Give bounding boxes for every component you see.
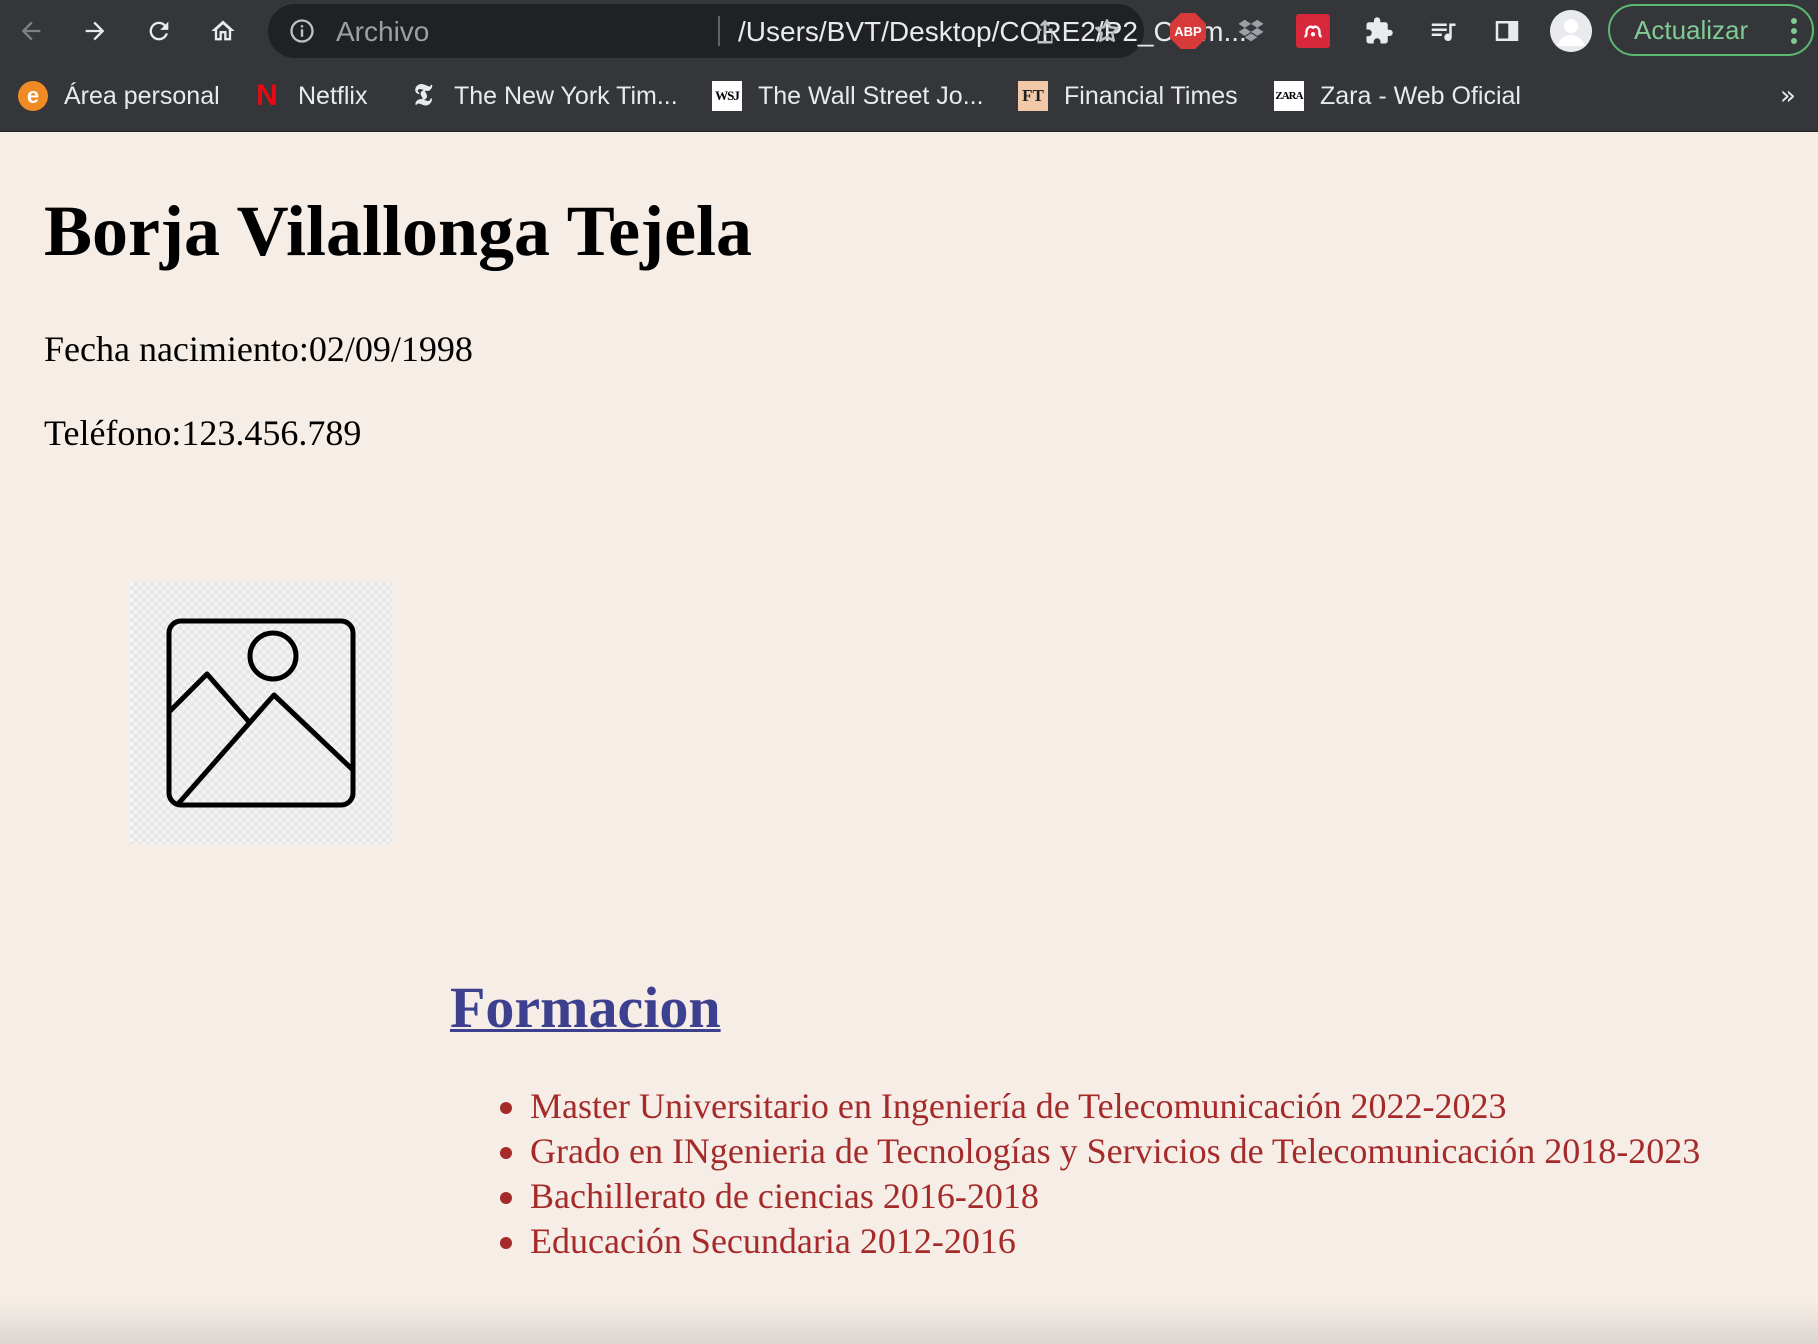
mendeley-extension-button[interactable] xyxy=(1296,14,1330,48)
bookmark-label: The New York Tim... xyxy=(454,81,678,110)
address-separator xyxy=(718,16,720,46)
bookmark-financial-times[interactable]: FT Financial Times xyxy=(1018,76,1238,116)
education-text: Educación Secundaria 2012-2016 xyxy=(530,1221,1016,1261)
page-content: Borja Vilallonga Tejela Fecha nacimiento… xyxy=(0,132,1818,1344)
education-list: Master Universitario en Ingeniería de Te… xyxy=(496,1084,1700,1264)
bullet xyxy=(500,1192,512,1204)
bookmark-zara[interactable]: ZARA Zara - Web Oficial xyxy=(1274,76,1521,116)
birth-date: Fecha nacimiento:02/09/1998 xyxy=(44,329,473,369)
window-bottom-shadow xyxy=(0,1302,1818,1344)
area-personal-favicon-icon: e xyxy=(18,81,48,111)
profile-button[interactable] xyxy=(1550,10,1592,52)
wsj-favicon-icon: WSJ xyxy=(712,81,742,111)
education-text: Bachillerato de ciencias 2016-2018 xyxy=(530,1176,1039,1216)
share-icon[interactable] xyxy=(1030,16,1060,46)
list-item: Bachillerato de ciencias 2016-2018 xyxy=(496,1174,1700,1219)
browser-toolbar: Archivo /Users/BVT/Desktop/CORE2/P2_CV-m… xyxy=(0,0,1818,62)
update-button[interactable]: Actualizar xyxy=(1608,4,1814,56)
forward-button[interactable] xyxy=(74,10,116,52)
puzzle-icon xyxy=(1366,17,1393,44)
side-panel-icon xyxy=(1495,21,1519,41)
profile-photo-placeholder xyxy=(130,582,392,844)
education-text: Master Universitario en Ingeniería de Te… xyxy=(530,1086,1507,1126)
bullet xyxy=(500,1237,512,1249)
back-button[interactable] xyxy=(10,10,52,52)
education-text: Grado en INgenieria de Tecnologías y Ser… xyxy=(530,1131,1701,1171)
dropbox-icon xyxy=(1238,19,1264,42)
bookmark-label: Financial Times xyxy=(1064,81,1238,110)
address-scheme: Archivo xyxy=(336,16,430,47)
reload-icon xyxy=(149,21,169,41)
profile-avatar-icon xyxy=(1550,10,1592,52)
star-icon[interactable] xyxy=(1092,16,1122,46)
media-control-icon xyxy=(1431,23,1456,42)
mendeley-icon xyxy=(1304,25,1322,38)
image-placeholder-icon xyxy=(166,618,356,808)
list-item: Educación Secundaria 2012-2016 xyxy=(496,1219,1700,1264)
back-arrow-icon xyxy=(21,21,41,41)
forward-arrow-icon xyxy=(85,21,105,41)
page-title: Borja Vilallonga Tejela xyxy=(44,191,753,271)
dropbox-extension-button[interactable] xyxy=(1232,12,1270,50)
bookmark-label: The Wall Street Jo... xyxy=(758,81,984,110)
bookmarks-bar: e Área personal N Netflix 𝕿 The New York… xyxy=(0,62,1818,132)
bookmark-label: Área personal xyxy=(64,81,220,110)
extensions-button[interactable] xyxy=(1360,12,1398,50)
bookmark-wsj[interactable]: WSJ The Wall Street Jo... xyxy=(712,76,984,116)
bookmark-area-personal[interactable]: e Área personal xyxy=(18,76,220,116)
kebab-menu-icon xyxy=(1791,18,1797,44)
bookmark-label: Zara - Web Oficial xyxy=(1320,81,1521,110)
reload-button[interactable] xyxy=(138,10,180,52)
address-bar[interactable]: Archivo /Users/BVT/Desktop/CORE2/P2_CV-m… xyxy=(268,4,1247,58)
list-item: Master Universitario en Ingeniería de Te… xyxy=(496,1084,1700,1129)
bookmark-label: Netflix xyxy=(298,81,368,110)
bookmark-netflix[interactable]: N Netflix xyxy=(252,76,367,116)
formacion-link[interactable]: Formacion xyxy=(450,974,721,1041)
zara-favicon-icon: ZARA xyxy=(1274,81,1304,111)
home-icon xyxy=(211,20,235,41)
nytimes-favicon-icon: 𝕿 xyxy=(413,79,433,112)
bullet xyxy=(500,1147,512,1159)
abp-label: ABP xyxy=(1174,23,1202,39)
list-item: Grado en INgenieria de Tecnologías y Ser… xyxy=(496,1129,1700,1174)
adblock-extension-button[interactable]: ABP xyxy=(1170,13,1206,49)
media-control-button[interactable] xyxy=(1424,12,1462,50)
netflix-favicon-icon: N xyxy=(256,79,278,112)
update-label: Actualizar xyxy=(1634,14,1749,45)
bullet xyxy=(500,1102,512,1114)
bookmarks-overflow-button[interactable]: » xyxy=(1772,76,1804,116)
side-panel-button[interactable] xyxy=(1488,12,1526,50)
ft-favicon-icon: FT xyxy=(1018,81,1048,111)
phone-number: Teléfono:123.456.789 xyxy=(44,413,362,453)
bookmark-nytimes[interactable]: 𝕿 The New York Tim... xyxy=(408,76,678,116)
info-icon[interactable] xyxy=(288,17,316,45)
home-button[interactable] xyxy=(202,10,244,52)
